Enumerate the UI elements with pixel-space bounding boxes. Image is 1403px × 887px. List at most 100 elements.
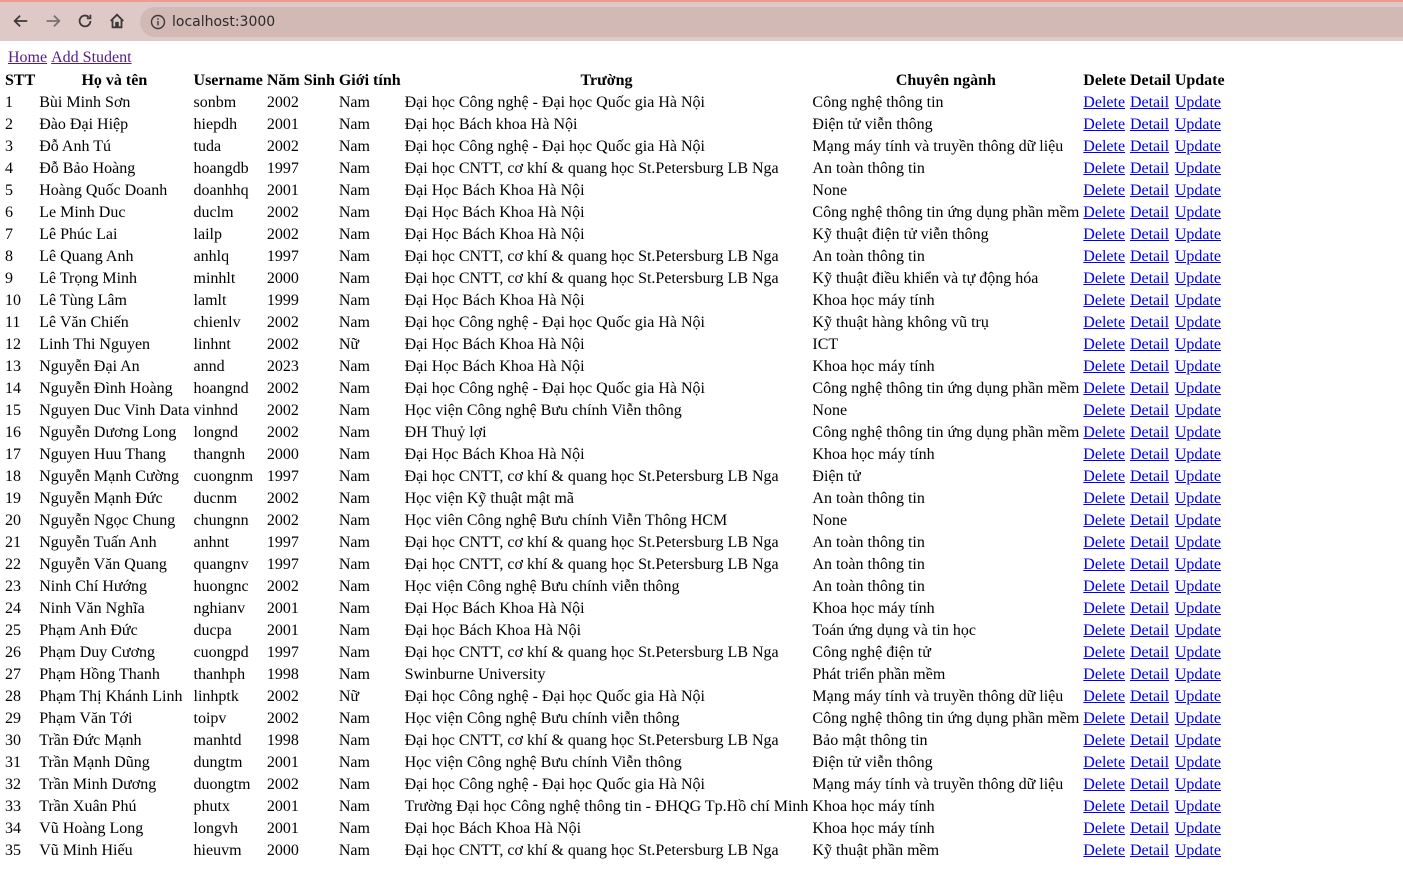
delete-link[interactable]: Delete — [1083, 182, 1125, 199]
delete-link[interactable]: Delete — [1083, 644, 1125, 661]
delete-link[interactable]: Delete — [1083, 754, 1125, 771]
update-link[interactable]: Update — [1175, 842, 1221, 859]
detail-link[interactable]: Detail — [1130, 534, 1169, 551]
detail-link[interactable]: Detail — [1130, 600, 1169, 617]
update-link[interactable]: Update — [1175, 402, 1221, 419]
detail-link[interactable]: Detail — [1130, 666, 1169, 683]
delete-link[interactable]: Delete — [1083, 688, 1125, 705]
update-link[interactable]: Update — [1175, 94, 1221, 111]
delete-link[interactable]: Delete — [1083, 820, 1125, 837]
home-link[interactable]: Home — [8, 49, 47, 66]
detail-link[interactable]: Detail — [1130, 732, 1169, 749]
delete-link[interactable]: Delete — [1083, 446, 1125, 463]
update-link[interactable]: Update — [1175, 710, 1221, 727]
delete-link[interactable]: Delete — [1083, 622, 1125, 639]
detail-link[interactable]: Detail — [1130, 226, 1169, 243]
home-icon[interactable] — [106, 10, 128, 32]
update-link[interactable]: Update — [1175, 798, 1221, 815]
detail-link[interactable]: Detail — [1130, 160, 1169, 177]
delete-link[interactable]: Delete — [1083, 116, 1125, 133]
delete-link[interactable]: Delete — [1083, 292, 1125, 309]
delete-link[interactable]: Delete — [1083, 534, 1125, 551]
update-link[interactable]: Update — [1175, 556, 1221, 573]
update-link[interactable]: Update — [1175, 644, 1221, 661]
update-link[interactable]: Update — [1175, 446, 1221, 463]
delete-link[interactable]: Delete — [1083, 556, 1125, 573]
update-link[interactable]: Update — [1175, 776, 1221, 793]
delete-link[interactable]: Delete — [1083, 402, 1125, 419]
delete-link[interactable]: Delete — [1083, 468, 1125, 485]
detail-link[interactable]: Detail — [1130, 776, 1169, 793]
delete-link[interactable]: Delete — [1083, 666, 1125, 683]
delete-link[interactable]: Delete — [1083, 512, 1125, 529]
update-link[interactable]: Update — [1175, 314, 1221, 331]
update-link[interactable]: Update — [1175, 424, 1221, 441]
detail-link[interactable]: Detail — [1130, 556, 1169, 573]
detail-link[interactable]: Detail — [1130, 710, 1169, 727]
delete-link[interactable]: Delete — [1083, 578, 1125, 595]
detail-link[interactable]: Detail — [1130, 688, 1169, 705]
update-link[interactable]: Update — [1175, 820, 1221, 837]
delete-link[interactable]: Delete — [1083, 270, 1125, 287]
detail-link[interactable]: Detail — [1130, 182, 1169, 199]
detail-link[interactable]: Detail — [1130, 490, 1169, 507]
delete-link[interactable]: Delete — [1083, 204, 1125, 221]
forward-arrow-icon[interactable] — [42, 10, 64, 32]
update-link[interactable]: Update — [1175, 468, 1221, 485]
update-link[interactable]: Update — [1175, 512, 1221, 529]
delete-link[interactable]: Delete — [1083, 798, 1125, 815]
detail-link[interactable]: Detail — [1130, 94, 1169, 111]
detail-link[interactable]: Detail — [1130, 512, 1169, 529]
update-link[interactable]: Update — [1175, 534, 1221, 551]
detail-link[interactable]: Detail — [1130, 424, 1169, 441]
detail-link[interactable]: Detail — [1130, 446, 1169, 463]
update-link[interactable]: Update — [1175, 160, 1221, 177]
detail-link[interactable]: Detail — [1130, 116, 1169, 133]
add-student-link[interactable]: Add Student — [51, 49, 131, 66]
detail-link[interactable]: Detail — [1130, 798, 1169, 815]
update-link[interactable]: Update — [1175, 248, 1221, 265]
delete-link[interactable]: Delete — [1083, 358, 1125, 375]
update-link[interactable]: Update — [1175, 226, 1221, 243]
update-link[interactable]: Update — [1175, 754, 1221, 771]
detail-link[interactable]: Detail — [1130, 358, 1169, 375]
delete-link[interactable]: Delete — [1083, 314, 1125, 331]
detail-link[interactable]: Detail — [1130, 248, 1169, 265]
site-info-icon[interactable] — [150, 14, 166, 30]
delete-link[interactable]: Delete — [1083, 490, 1125, 507]
detail-link[interactable]: Detail — [1130, 754, 1169, 771]
update-link[interactable]: Update — [1175, 138, 1221, 155]
detail-link[interactable]: Detail — [1130, 270, 1169, 287]
detail-link[interactable]: Detail — [1130, 644, 1169, 661]
delete-link[interactable]: Delete — [1083, 248, 1125, 265]
update-link[interactable]: Update — [1175, 270, 1221, 287]
detail-link[interactable]: Detail — [1130, 380, 1169, 397]
delete-link[interactable]: Delete — [1083, 842, 1125, 859]
delete-link[interactable]: Delete — [1083, 776, 1125, 793]
update-link[interactable]: Update — [1175, 182, 1221, 199]
detail-link[interactable]: Detail — [1130, 292, 1169, 309]
update-link[interactable]: Update — [1175, 490, 1221, 507]
detail-link[interactable]: Detail — [1130, 314, 1169, 331]
update-link[interactable]: Update — [1175, 578, 1221, 595]
address-bar[interactable]: localhost:3000 — [140, 7, 1403, 37]
update-link[interactable]: Update — [1175, 358, 1221, 375]
delete-link[interactable]: Delete — [1083, 710, 1125, 727]
update-link[interactable]: Update — [1175, 204, 1221, 221]
delete-link[interactable]: Delete — [1083, 160, 1125, 177]
update-link[interactable]: Update — [1175, 600, 1221, 617]
detail-link[interactable]: Detail — [1130, 204, 1169, 221]
update-link[interactable]: Update — [1175, 116, 1221, 133]
detail-link[interactable]: Detail — [1130, 622, 1169, 639]
update-link[interactable]: Update — [1175, 336, 1221, 353]
delete-link[interactable]: Delete — [1083, 732, 1125, 749]
reload-icon[interactable] — [74, 10, 96, 32]
delete-link[interactable]: Delete — [1083, 336, 1125, 353]
delete-link[interactable]: Delete — [1083, 600, 1125, 617]
update-link[interactable]: Update — [1175, 622, 1221, 639]
detail-link[interactable]: Detail — [1130, 578, 1169, 595]
delete-link[interactable]: Delete — [1083, 138, 1125, 155]
delete-link[interactable]: Delete — [1083, 380, 1125, 397]
detail-link[interactable]: Detail — [1130, 820, 1169, 837]
delete-link[interactable]: Delete — [1083, 94, 1125, 111]
